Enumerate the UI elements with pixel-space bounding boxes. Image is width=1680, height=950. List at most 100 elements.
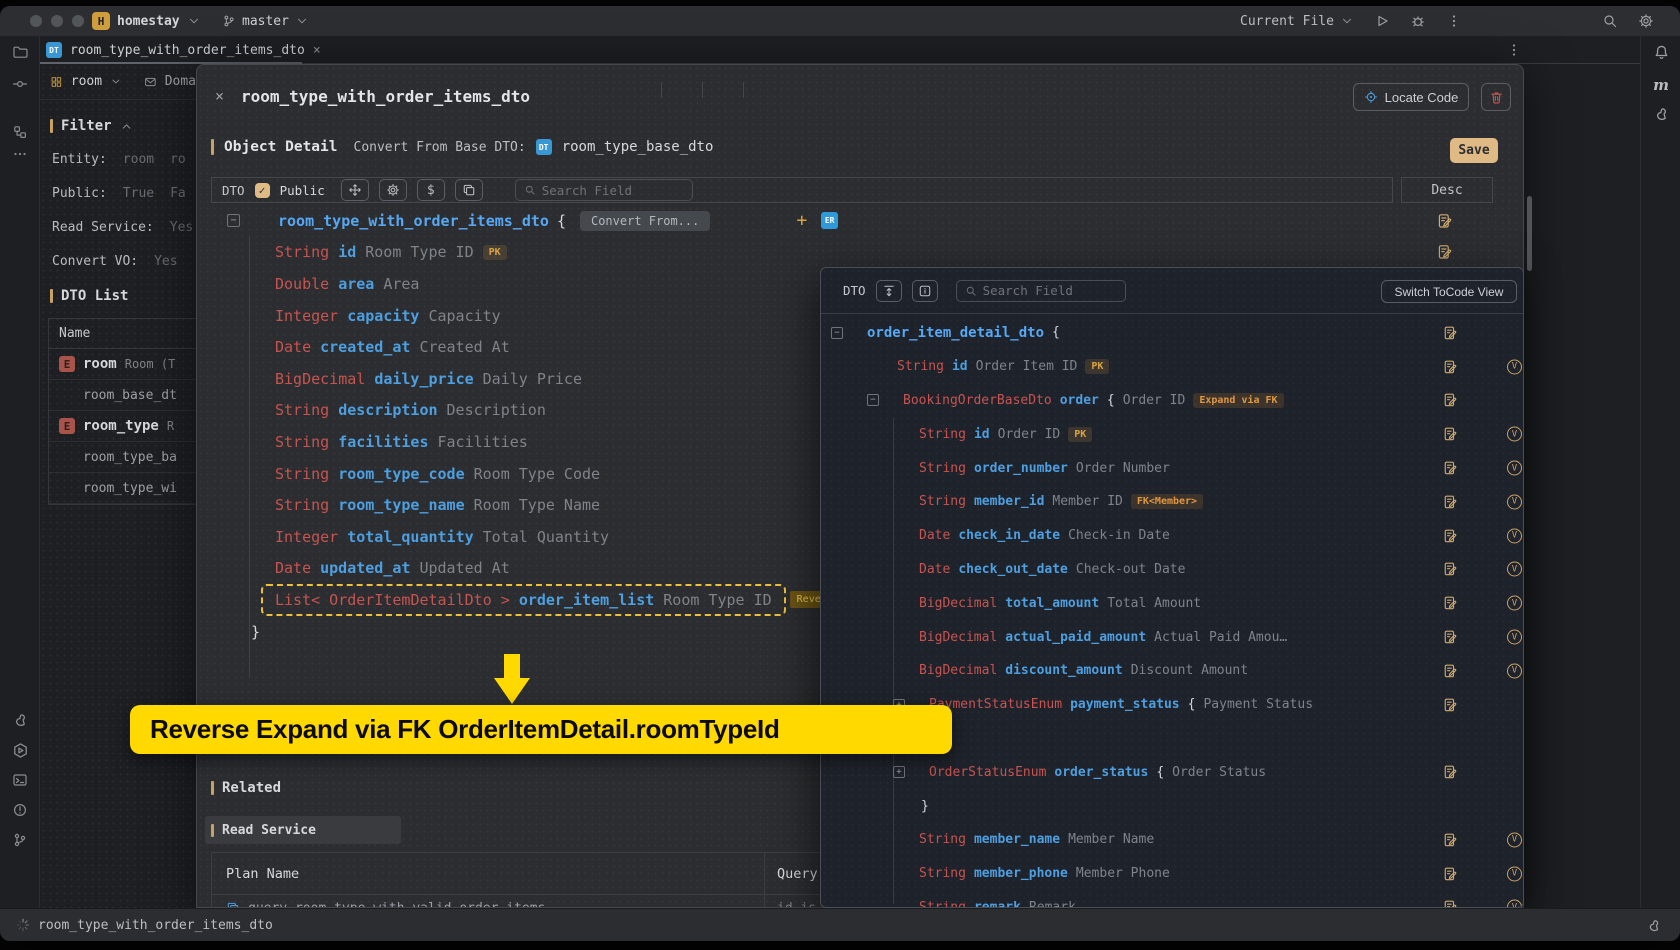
debug-icon[interactable] [1410, 13, 1426, 29]
validation-v-icon[interactable]: V [1507, 832, 1522, 847]
save-button[interactable]: Save [1450, 138, 1498, 163]
base-dto-link[interactable]: room_type_base_dto [562, 139, 714, 155]
field-settings-button[interactable] [379, 179, 407, 201]
edit-desc-icon[interactable] [1443, 630, 1458, 645]
locate-code-button[interactable]: Locate Code [1353, 83, 1469, 111]
validation-v-icon[interactable]: V [1507, 359, 1522, 374]
add-field-icon[interactable]: + [796, 210, 807, 231]
validation-v-icon[interactable]: V [1507, 494, 1522, 509]
validation-v-icon[interactable]: V [1507, 562, 1522, 577]
edit-desc-icon[interactable] [1443, 832, 1458, 847]
edit-desc-icon[interactable] [1443, 697, 1458, 712]
run-icon[interactable] [1374, 13, 1390, 29]
close-dialog-icon[interactable]: × [215, 87, 224, 105]
dto-field-row[interactable]: Date check_in_date Check-in Date V [821, 519, 1524, 553]
delete-dto-button[interactable] [1481, 83, 1511, 111]
plugin-duck-icon[interactable] [1646, 918, 1662, 934]
dto-field-row[interactable]: String id Order ID PK V [821, 417, 1524, 451]
edit-desc-icon[interactable] [1443, 325, 1458, 340]
info-button[interactable] [912, 280, 938, 302]
more-actions-icon[interactable] [1446, 13, 1462, 29]
dto-field-row[interactable]: String remark Remark V [821, 891, 1524, 908]
edit-desc-icon[interactable] [1443, 900, 1458, 908]
dto-field-row[interactable]: BigDecimal total_amount Total Amount V [821, 586, 1524, 620]
edit-desc-icon[interactable] [1443, 765, 1458, 780]
run-configuration-select[interactable]: Current File [1240, 14, 1354, 29]
validation-v-icon[interactable]: V [1507, 528, 1522, 543]
dto-field-row[interactable]: − order_item_detail_dto { [821, 316, 1524, 350]
public-checkbox[interactable] [255, 183, 270, 198]
expand-all-button[interactable] [876, 280, 902, 302]
dto-list-row[interactable]: E room Room (T [49, 349, 196, 380]
edit-desc-icon[interactable] [1443, 359, 1458, 374]
dto-field-row[interactable]: + OrderStatusEnum order_status { Order S… [821, 755, 1524, 789]
filter-row[interactable]: Read Service: Yes [52, 210, 196, 244]
plugin-duck-tool-icon[interactable] [12, 712, 29, 729]
collapse-icon[interactable]: − [831, 327, 843, 339]
dialog-tab[interactable] [661, 82, 702, 98]
filter-section-title[interactable]: Filter [50, 118, 133, 134]
commit-tool-icon[interactable] [12, 76, 28, 92]
er-diagram-icon[interactable]: ER [821, 212, 838, 229]
minimize-window-button[interactable] [51, 15, 63, 27]
filter-row[interactable]: Public: TrueFa [52, 176, 196, 210]
editor-tab[interactable]: DT room_type_with_order_items_dto × [40, 36, 331, 64]
search-field-input[interactable]: Search Field [515, 179, 693, 201]
domain-tab[interactable]: Doma [165, 74, 196, 89]
edit-desc-icon[interactable] [1443, 562, 1458, 577]
plugin-duck-tool-icon[interactable] [1653, 106, 1670, 123]
validation-v-icon[interactable]: V [1507, 663, 1522, 678]
edit-desc-icon[interactable] [1437, 213, 1453, 229]
zoom-window-button[interactable] [72, 15, 84, 27]
close-window-button[interactable] [30, 15, 42, 27]
project-widget[interactable]: H homestay [92, 11, 201, 31]
validation-v-icon[interactable]: V [1507, 866, 1522, 881]
dto-root-row[interactable]: − room_type_with_order_items_dto { Conve… [197, 205, 1524, 237]
dto-field-row[interactable]: String id Order Item ID PK V [821, 350, 1524, 384]
dialog-tab[interactable] [743, 82, 784, 98]
read-service-section-title[interactable]: Read Service [211, 823, 316, 838]
edit-desc-icon[interactable] [1443, 866, 1458, 881]
notifications-bell-icon[interactable] [1653, 44, 1670, 61]
collapse-icon[interactable]: + [893, 766, 905, 778]
filter-row[interactable]: Convert VO: Yes [52, 244, 196, 278]
validation-v-icon[interactable]: V [1507, 427, 1522, 442]
edit-desc-icon[interactable] [1443, 393, 1458, 408]
dto-field-row[interactable]: String id Room Type ID PK [197, 237, 1524, 269]
maven-tool-icon[interactable]: m [1653, 76, 1669, 94]
copy-fields-button[interactable] [455, 179, 483, 201]
move-field-button[interactable] [341, 179, 369, 201]
dto-field-row[interactable]: String order_number Order Number V [821, 451, 1524, 485]
validation-v-icon[interactable]: V [1507, 596, 1522, 611]
structure-tool-icon[interactable] [12, 124, 28, 140]
dto-field-row[interactable]: BigDecimal actual_paid_amount Actual Pai… [821, 620, 1524, 654]
collapse-icon[interactable]: − [867, 394, 879, 406]
dto-list-row[interactable]: room_type_wi [49, 473, 196, 504]
switch-to-code-view-button[interactable]: Switch ToCode View [1381, 280, 1517, 303]
filter-row[interactable]: Entity: roomro [52, 142, 196, 176]
dto-list-row[interactable]: room_type_ba [49, 442, 196, 473]
dto-list-row[interactable]: room_base_dt [49, 380, 196, 411]
validation-v-icon[interactable]: V [1507, 461, 1522, 476]
tab-options-kebab-icon[interactable] [1506, 42, 1522, 58]
branch-widget[interactable]: master [222, 11, 309, 31]
search-everywhere-icon[interactable] [1602, 13, 1618, 29]
dto-field-row[interactable]: Date check_out_date Check-out Date V [821, 553, 1524, 587]
validation-v-icon[interactable]: V [1507, 630, 1522, 645]
dto-list-row[interactable]: E room_type R [49, 411, 196, 442]
convert-from-chip[interactable]: Convert From... [580, 211, 710, 231]
edit-desc-icon[interactable] [1443, 663, 1458, 678]
services-tool-icon[interactable] [12, 742, 29, 759]
problems-tool-icon[interactable] [12, 802, 28, 818]
edit-desc-icon[interactable] [1443, 528, 1458, 543]
settings-gear-icon[interactable] [1638, 13, 1654, 29]
edit-desc-icon[interactable] [1443, 596, 1458, 611]
more-tools-icon[interactable] [12, 146, 28, 162]
entity-tab[interactable]: room [71, 74, 102, 89]
dto-field-row[interactable]: } [821, 789, 1524, 823]
close-tab-icon[interactable]: × [313, 43, 321, 58]
collapse-icon[interactable]: − [227, 214, 240, 227]
edit-desc-icon[interactable] [1437, 244, 1453, 260]
search-field-input[interactable]: Search Field [956, 280, 1126, 302]
terminal-tool-icon[interactable] [12, 772, 28, 788]
